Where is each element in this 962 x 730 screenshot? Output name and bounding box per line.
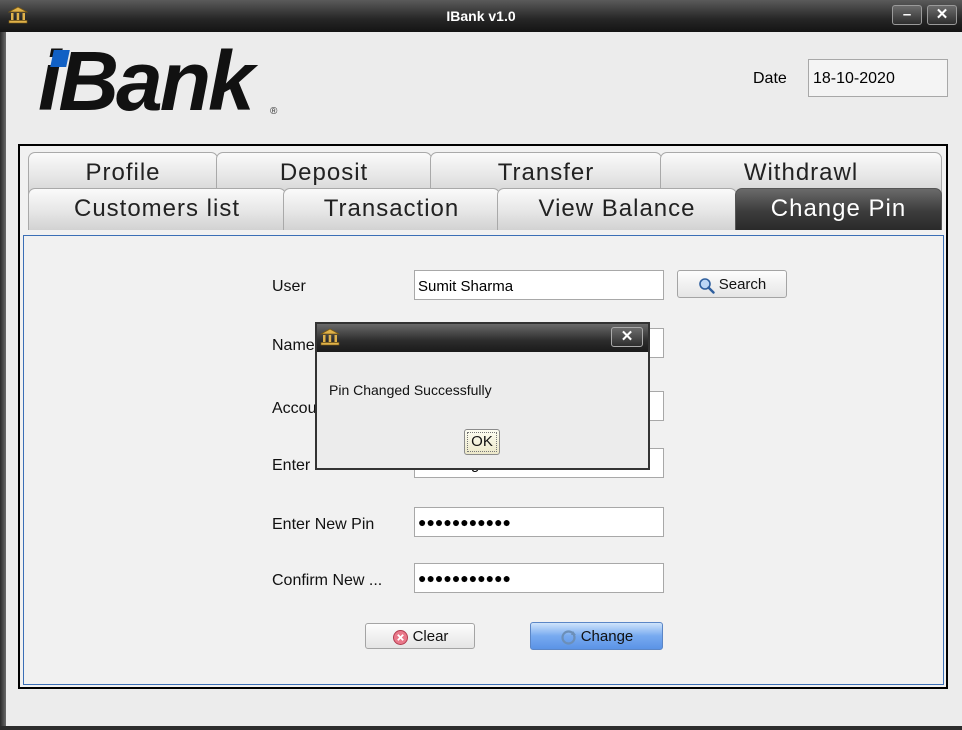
search-icon: [698, 277, 715, 294]
search-button-label: Search: [718, 276, 767, 293]
clear-icon: [392, 629, 408, 645]
account-label: Accou: [272, 400, 317, 417]
enter-pin-label: Enter: [272, 457, 311, 474]
new-pin-field[interactable]: ●●●●●●●●●●●: [414, 507, 664, 537]
clear-button-label: Clear: [412, 628, 449, 645]
tab-customers-list[interactable]: Customers list: [28, 188, 286, 230]
confirm-pin-field[interactable]: ●●●●●●●●●●●: [414, 563, 664, 593]
ok-button[interactable]: OK: [464, 429, 500, 455]
clear-button[interactable]: Clear: [365, 623, 475, 649]
dialog-message: Pin Changed Successfully: [329, 382, 492, 398]
tab-view-balance[interactable]: View Balance: [497, 188, 737, 230]
dialog-title-bar[interactable]: ✕: [317, 324, 648, 352]
logo-text: iBank: [38, 34, 255, 128]
bank-icon: [320, 328, 340, 346]
window-title: IBank v1.0: [446, 8, 516, 24]
window-bottom-border: [0, 726, 962, 730]
tab-transaction[interactable]: Transaction: [283, 188, 500, 230]
date-field[interactable]: 18-10-2020: [808, 59, 948, 97]
confirm-pin-label: Confirm New ...: [272, 572, 383, 589]
search-button[interactable]: Search: [677, 270, 787, 298]
tab-change-pin[interactable]: Change Pin: [735, 188, 942, 230]
logo-registered-mark: ®: [270, 106, 278, 117]
title-bar[interactable]: IBank v1.0 – ✕: [0, 0, 962, 32]
ibank-logo: iBank ®: [38, 38, 288, 124]
change-button[interactable]: Change: [530, 622, 663, 650]
name-label: Name: [272, 337, 315, 354]
user-label: User: [272, 278, 306, 295]
change-button-label: Change: [580, 628, 634, 645]
new-pin-label: Enter New Pin: [272, 516, 375, 533]
dialog-close-button[interactable]: ✕: [611, 327, 643, 347]
date-label: Date: [753, 70, 787, 87]
user-field[interactable]: Sumit Sharma: [414, 270, 664, 300]
minimize-button[interactable]: –: [892, 5, 922, 25]
window-border: [0, 32, 6, 730]
close-button[interactable]: ✕: [927, 5, 957, 25]
refresh-icon: [561, 629, 576, 645]
message-dialog: ✕ Pin Changed Successfully OK: [315, 322, 650, 470]
app-window: IBank v1.0 – ✕ iBank ® Date 18-10-2020 P…: [0, 0, 962, 730]
